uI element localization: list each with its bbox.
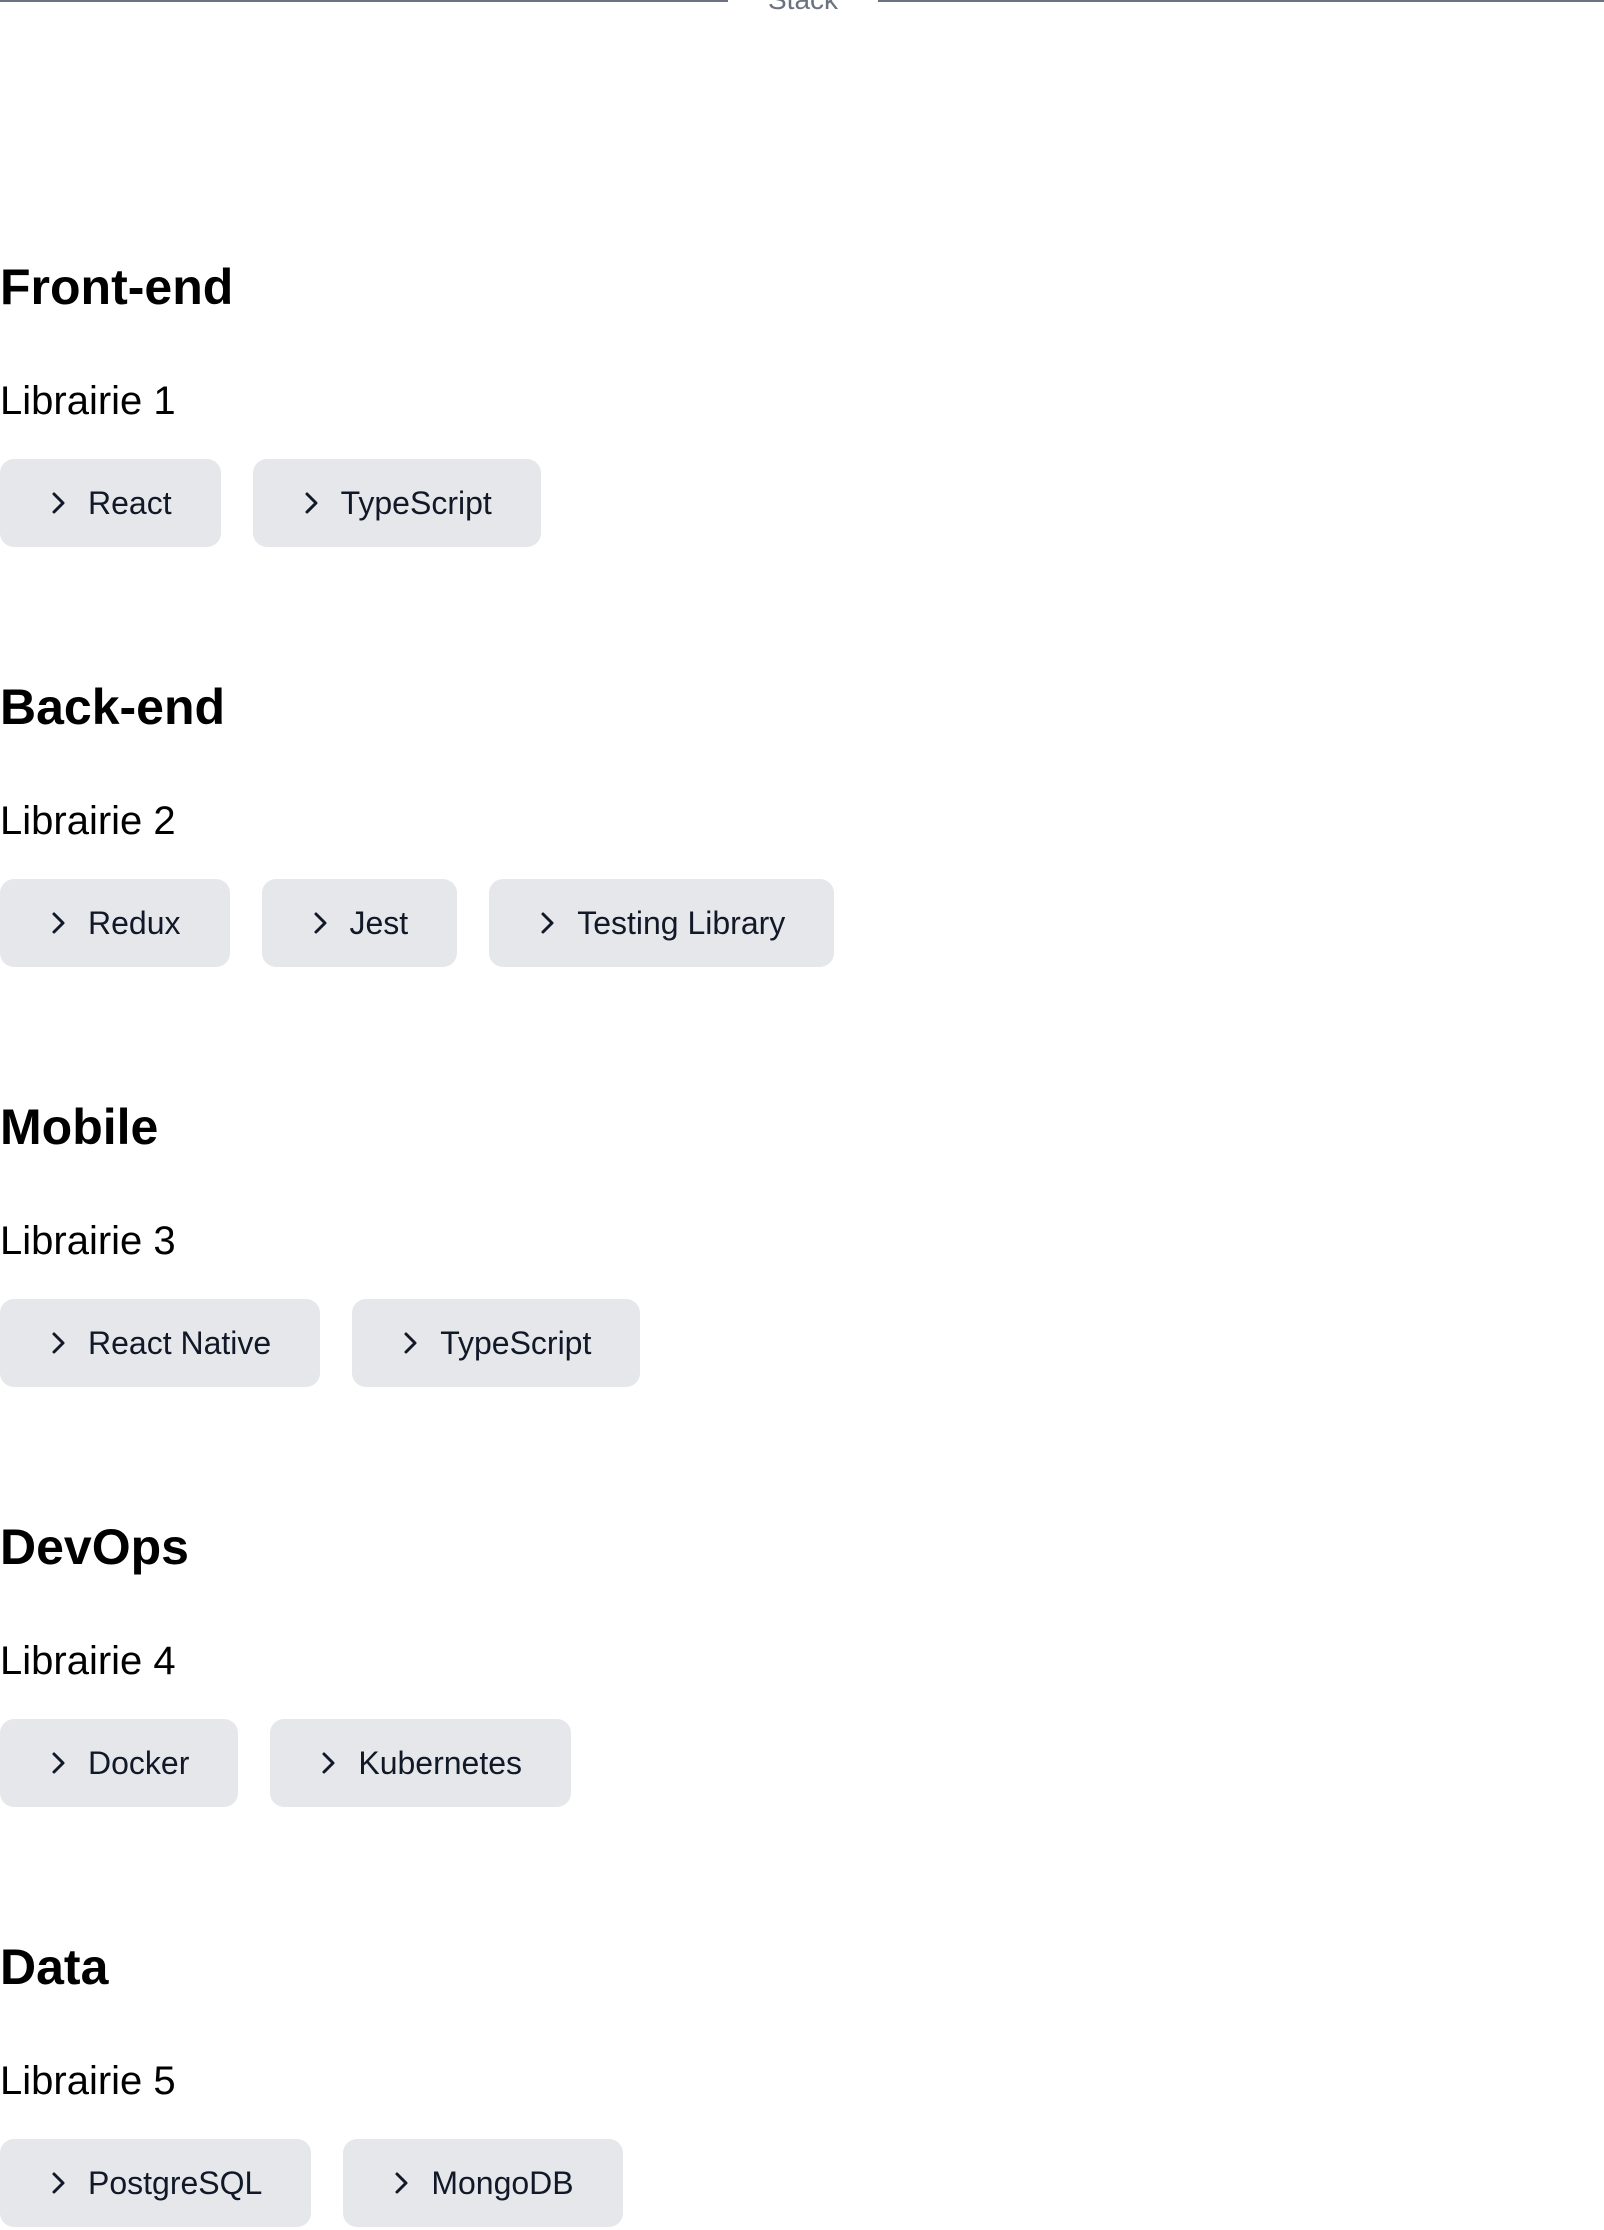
stack-divider: Stack	[0, 0, 1604, 30]
divider-line-left	[0, 0, 728, 2]
section-title: Front-end	[0, 259, 234, 315]
chevron-right-icon	[52, 492, 65, 514]
divider-label: Stack	[728, 0, 878, 14]
chip-label: Redux	[88, 904, 181, 941]
section-title: Data	[0, 1939, 109, 1995]
chevron-right-icon	[52, 1752, 65, 1774]
chevron-right-icon	[322, 1752, 335, 1774]
chip-list: React Native TypeScript	[0, 1299, 641, 1387]
section-title: Back-end	[0, 679, 226, 735]
section-title: DevOps	[0, 1519, 189, 1575]
chevron-right-icon	[52, 1332, 65, 1354]
chevron-right-icon	[305, 492, 318, 514]
chip-label: React	[88, 484, 172, 521]
chip-mongodb[interactable]: MongoDB	[343, 2139, 623, 2227]
chip-typescript[interactable]: TypeScript	[252, 459, 541, 547]
section-subtitle: Librairie 3	[0, 1219, 176, 1263]
chip-kubernetes[interactable]: Kubernetes	[270, 1719, 572, 1807]
chevron-right-icon	[541, 912, 554, 934]
chip-jest[interactable]: Jest	[261, 879, 458, 967]
chip-list: Redux Jest Testing Library	[0, 879, 835, 967]
chip-label: Docker	[88, 1744, 190, 1781]
section-subtitle: Librairie 2	[0, 799, 176, 843]
chip-redux[interactable]: Redux	[0, 879, 230, 967]
divider-line-right	[878, 0, 1604, 2]
chip-label: TypeScript	[340, 484, 492, 521]
chip-label: MongoDB	[431, 2164, 574, 2201]
chip-label: Testing Library	[577, 904, 786, 941]
chip-docker[interactable]: Docker	[0, 1719, 239, 1807]
section-subtitle: Librairie 4	[0, 1639, 176, 1683]
chevron-right-icon	[314, 912, 326, 934]
chip-label: React Native	[88, 1324, 272, 1361]
chip-label: Jest	[349, 904, 409, 941]
section-subtitle: Librairie 1	[0, 379, 176, 423]
chip-postgresql[interactable]: PostgreSQL	[0, 2139, 312, 2227]
chip-list: React TypeScript	[0, 459, 541, 547]
chevron-right-icon	[52, 2172, 65, 2194]
chip-label: TypeScript	[440, 1324, 592, 1361]
chip-typescript[interactable]: TypeScript	[352, 1299, 641, 1387]
chevron-right-icon	[52, 912, 65, 934]
section-subtitle: Librairie 5	[0, 2059, 176, 2103]
section-title: Mobile	[0, 1099, 159, 1155]
chip-react[interactable]: React	[0, 459, 221, 547]
chevron-right-icon	[404, 1332, 417, 1354]
chip-testing-library[interactable]: Testing Library	[489, 879, 835, 967]
chevron-right-icon	[395, 2172, 408, 2194]
chip-list: PostgreSQL MongoDB	[0, 2139, 623, 2227]
chip-react-native[interactable]: React Native	[0, 1299, 321, 1387]
chip-label: PostgreSQL	[88, 2164, 263, 2201]
chip-label: Kubernetes	[358, 1744, 523, 1781]
chip-list: Docker Kubernetes	[0, 1719, 572, 1807]
